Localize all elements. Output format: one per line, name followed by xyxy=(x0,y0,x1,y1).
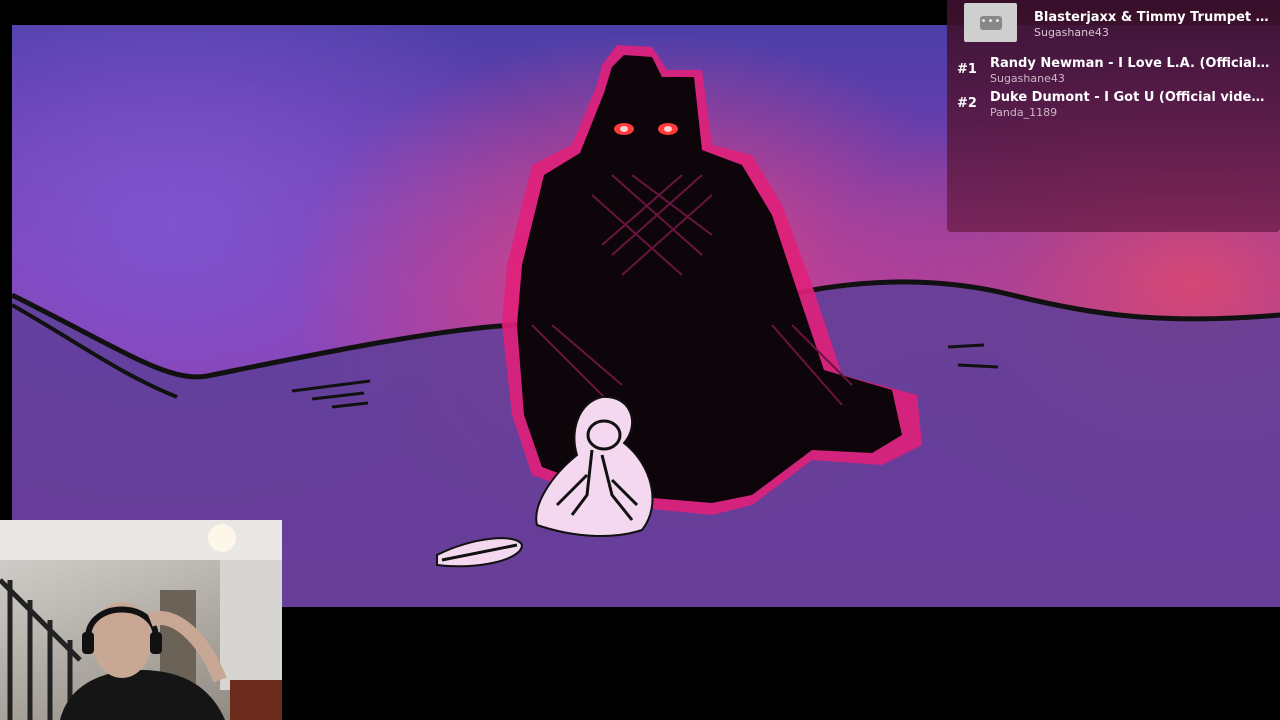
now-playing: ••• Blasterjaxx & Timmy Trumpet - Narco.… xyxy=(947,0,1280,42)
webcam-overlay xyxy=(0,520,282,720)
headphone-left xyxy=(82,632,94,654)
window xyxy=(220,560,282,690)
queue-item-user: Sugashane43 xyxy=(990,72,1065,85)
couch xyxy=(230,680,282,720)
queue-item-number: #1 xyxy=(957,62,977,77)
queue-item[interactable]: #1 Randy Newman - I Love L.A. (Official … xyxy=(947,56,1280,88)
now-playing-user: Sugashane43 xyxy=(1034,26,1109,39)
headphone-right xyxy=(150,632,162,654)
ceiling-light xyxy=(208,524,236,552)
song-queue-panel: ••• Blasterjaxx & Timmy Trumpet - Narco.… xyxy=(947,0,1280,232)
person-body xyxy=(60,670,225,720)
queue-item-title: Randy Newman - I Love L.A. (Official Vid… xyxy=(990,56,1270,71)
ceiling xyxy=(0,520,282,560)
now-playing-title: Blasterjaxx & Timmy Trumpet - Narco... xyxy=(1034,10,1274,25)
queue-item-number: #2 xyxy=(957,96,977,111)
queue-item[interactable]: #2 Duke Dumont - I Got U (Official video… xyxy=(947,90,1280,122)
webcam-scene xyxy=(0,520,282,720)
now-playing-thumbnail[interactable]: ••• xyxy=(964,3,1017,42)
stair-railing xyxy=(0,578,82,720)
queue-item-title: Duke Dumont - I Got U (Official video) f… xyxy=(990,90,1270,105)
more-dots-icon[interactable]: ••• xyxy=(980,16,1002,30)
queue-item-user: Panda_1189 xyxy=(990,106,1058,119)
